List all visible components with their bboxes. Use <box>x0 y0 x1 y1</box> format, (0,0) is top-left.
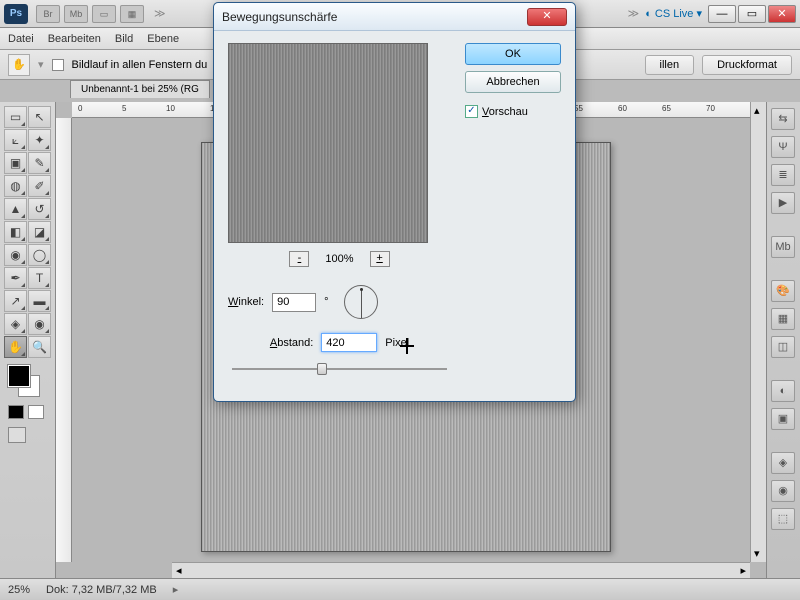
lasso-tool[interactable]: ⟀ <box>4 129 27 151</box>
swatches-panel-icon[interactable]: ▦ <box>771 308 795 330</box>
move-tool[interactable]: ↖ <box>28 106 51 128</box>
cslive-menu[interactable]: ◐ CS Live ▾ <box>645 7 702 20</box>
zoom-percent: 100% <box>325 253 353 265</box>
panels-dock: ⇆ Ψ ≣ ▶ Mb 🎨 ▦ ◫ ◐ ▣ ◈ ◉ ⬚ <box>766 102 800 578</box>
shape-tool[interactable]: ▬ <box>28 290 51 312</box>
status-bar: 25% Dok: 7,32 MB/7,32 MB ▸ <box>0 578 800 600</box>
angle-input[interactable] <box>272 293 316 312</box>
scroll-all-label: Bildlauf in allen Fenstern du <box>72 59 208 71</box>
angle-label: Winkel: <box>228 296 264 308</box>
eraser-tool[interactable]: ◧ <box>4 221 27 243</box>
collapse-icon[interactable]: ⇆ <box>771 108 795 130</box>
gradient-tool[interactable]: ◪ <box>28 221 51 243</box>
motion-blur-dialog: Bewegungsunschärfe ✕ - 100% + Winkel: ° … <box>213 2 576 402</box>
distance-slider[interactable] <box>228 360 451 378</box>
color-panel-icon[interactable]: 🎨 <box>771 280 795 302</box>
foreground-color[interactable] <box>8 365 30 387</box>
dialog-title: Bewegungsunschärfe <box>222 10 337 24</box>
3d-camera-tool[interactable]: ◉ <box>28 313 51 335</box>
menu-image[interactable]: Bild <box>115 33 133 45</box>
swap-colors-icon[interactable] <box>28 405 44 419</box>
marquee-tool[interactable]: ▭ <box>4 106 27 128</box>
distance-label: Abstand: <box>270 337 313 349</box>
healing-tool[interactable]: ◍ <box>4 175 27 197</box>
adjustments-panel-icon[interactable]: ◐ <box>771 380 795 402</box>
masks-panel-icon[interactable]: ▣ <box>771 408 795 430</box>
slider-thumb[interactable] <box>317 363 327 375</box>
distance-input[interactable] <box>321 333 377 352</box>
zoom-out-button[interactable]: - <box>289 251 309 267</box>
color-swatches[interactable] <box>4 365 44 401</box>
scroll-all-checkbox[interactable] <box>52 59 64 71</box>
layers-panel-icon[interactable]: ◈ <box>771 452 795 474</box>
doc-info[interactable]: Dok: 7,32 MB/7,32 MB <box>46 584 157 596</box>
chevron-right-icon: ≫ <box>154 7 166 20</box>
document-tab[interactable]: Unbenannt-1 bei 25% (RG <box>70 80 210 98</box>
close-button[interactable]: ✕ <box>768 5 796 23</box>
preview-label: Vorschau <box>482 106 528 118</box>
menu-edit[interactable]: Bearbeiten <box>48 33 101 45</box>
3d-tool[interactable]: ◈ <box>4 313 27 335</box>
screen-mode-icon[interactable]: ▭ <box>92 5 116 23</box>
hand-tool-icon[interactable]: ✋ <box>8 54 30 76</box>
print-format-button[interactable]: Druckformat <box>702 55 792 75</box>
zoom-level[interactable]: 25% <box>8 584 30 596</box>
quickmask-icon[interactable] <box>8 427 26 443</box>
paths-panel-icon[interactable]: ⬚ <box>771 508 795 530</box>
channels-panel-icon[interactable]: ◉ <box>771 480 795 502</box>
chevron-right-icon: ≫ <box>628 7 640 20</box>
usb-icon[interactable]: Ψ <box>771 136 795 158</box>
crop-tool[interactable]: ▣ <box>4 152 27 174</box>
ok-button[interactable]: OK <box>465 43 561 65</box>
title-quick-icons: Br Mb ▭ ▦ <box>36 5 144 23</box>
zoom-tool[interactable]: 🔍 <box>28 336 51 358</box>
cancel-button[interactable]: Abbrechen <box>465 71 561 93</box>
blur-tool[interactable]: ◉ <box>4 244 27 266</box>
view-icon[interactable]: ▦ <box>120 5 144 23</box>
minibridge-panel-icon[interactable]: Mb <box>771 236 795 258</box>
zoom-in-button[interactable]: + <box>370 251 390 267</box>
app-logo: Ps <box>4 4 28 24</box>
angle-dial[interactable] <box>344 285 378 319</box>
actions-panel-icon[interactable]: ▶ <box>771 192 795 214</box>
menu-layer[interactable]: Ebene <box>147 33 179 45</box>
maximize-button[interactable]: ▭ <box>738 5 766 23</box>
dodge-tool[interactable]: ◯ <box>28 244 51 266</box>
dialog-title-bar[interactable]: Bewegungsunschärfe ✕ <box>214 3 575 31</box>
fill-button[interactable]: illen <box>645 55 695 75</box>
text-cursor-icon <box>400 338 402 354</box>
vertical-ruler <box>56 118 72 562</box>
filter-preview[interactable] <box>228 43 428 243</box>
stamp-tool[interactable]: ▲ <box>4 198 27 220</box>
preview-checkbox[interactable]: ✓ <box>465 105 478 118</box>
tools-panel: ▭↖ ⟀✦ ▣✎ ◍✐ ▲↺ ◧◪ ◉◯ ✒T ↗▬ ◈◉ ✋🔍 <box>0 102 56 578</box>
dialog-close-button[interactable]: ✕ <box>527 8 567 26</box>
hand-tool[interactable]: ✋ <box>4 336 27 358</box>
eyedropper-tool[interactable]: ✎ <box>28 152 51 174</box>
history-brush-tool[interactable]: ↺ <box>28 198 51 220</box>
vertical-scrollbar[interactable]: ▴▾ <box>750 102 766 562</box>
angle-unit: ° <box>324 296 328 308</box>
history-panel-icon[interactable]: ≣ <box>771 164 795 186</box>
type-tool[interactable]: T <box>28 267 51 289</box>
brush-tool[interactable]: ✐ <box>28 175 51 197</box>
menu-file[interactable]: Datei <box>8 33 34 45</box>
minibridge-icon[interactable]: Mb <box>64 5 88 23</box>
styles-panel-icon[interactable]: ◫ <box>771 336 795 358</box>
pen-tool[interactable]: ✒ <box>4 267 27 289</box>
bridge-icon[interactable]: Br <box>36 5 60 23</box>
magic-wand-tool[interactable]: ✦ <box>28 129 51 151</box>
path-select-tool[interactable]: ↗ <box>4 290 27 312</box>
default-colors-icon[interactable] <box>8 405 24 419</box>
minimize-button[interactable]: — <box>708 5 736 23</box>
horizontal-scrollbar[interactable]: ◂▸ <box>172 562 750 578</box>
